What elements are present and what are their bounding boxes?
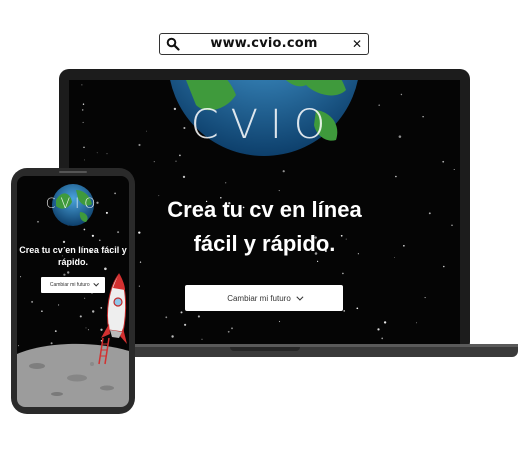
star (278, 190, 280, 192)
star (171, 335, 174, 338)
star (63, 273, 66, 276)
star (79, 315, 82, 318)
star (82, 121, 84, 123)
star (139, 261, 142, 263)
star (201, 338, 203, 340)
star (117, 231, 120, 234)
star (395, 175, 397, 178)
headline-line-2: rápido. (57, 257, 88, 267)
chevron-down-icon (296, 293, 304, 301)
rocket-illustration (98, 273, 127, 365)
star (82, 103, 85, 105)
cta-button-label: Cambiar mi futuro (227, 293, 291, 303)
star (381, 337, 384, 340)
star (443, 265, 445, 268)
star (146, 130, 147, 132)
laptop-notch (230, 347, 300, 351)
star (424, 297, 426, 299)
star (182, 175, 186, 179)
star (197, 315, 200, 318)
logo: CVIO (190, 102, 338, 148)
logo: CVIO (45, 196, 101, 212)
star (31, 300, 34, 303)
star (153, 161, 155, 163)
star (83, 159, 85, 161)
star (83, 146, 85, 149)
star (106, 153, 108, 155)
star (138, 285, 140, 287)
star (81, 109, 84, 111)
phone-speaker (59, 171, 87, 173)
star (165, 316, 168, 319)
star (378, 104, 381, 106)
star (114, 192, 116, 195)
star (377, 328, 380, 331)
star (231, 327, 233, 330)
star (37, 220, 39, 223)
star (356, 307, 359, 310)
star (225, 182, 227, 184)
search-icon (166, 37, 180, 51)
star (84, 297, 86, 299)
hero-headline: Crea tu cv en línea fácil y rápido. (17, 244, 129, 268)
star (81, 84, 83, 86)
star (343, 310, 345, 312)
star (422, 115, 424, 118)
star (227, 330, 230, 333)
star (184, 323, 187, 326)
star (180, 311, 183, 314)
star (342, 272, 344, 275)
star (87, 329, 89, 331)
star (41, 310, 43, 313)
star (85, 327, 87, 329)
star (67, 271, 70, 274)
star (98, 239, 101, 242)
star (138, 143, 141, 147)
star (58, 304, 60, 306)
star (416, 322, 418, 324)
address-bar[interactable]: www.cvio.com ✕ (159, 33, 369, 55)
cta-button-label: Cambiar mi futuro (49, 282, 90, 288)
star (400, 93, 403, 96)
star (62, 240, 66, 244)
star (96, 152, 98, 154)
star (54, 330, 57, 332)
star (453, 168, 455, 171)
star (278, 320, 281, 323)
cta-button[interactable]: Cambiar mi futuro (185, 285, 343, 311)
star (20, 276, 22, 278)
star (282, 170, 285, 173)
close-icon[interactable]: ✕ (352, 34, 362, 54)
star (91, 234, 95, 237)
star (83, 228, 86, 231)
star (442, 160, 445, 163)
headline-line-1: Crea tu cv en línea fácil y (19, 245, 127, 255)
url-text[interactable]: www.cvio.com (184, 34, 344, 54)
star (398, 135, 402, 138)
phone-screen: CVIO Crea tu cv en línea fácil y rápido.… (17, 176, 129, 407)
star (383, 321, 387, 324)
star (175, 160, 177, 162)
